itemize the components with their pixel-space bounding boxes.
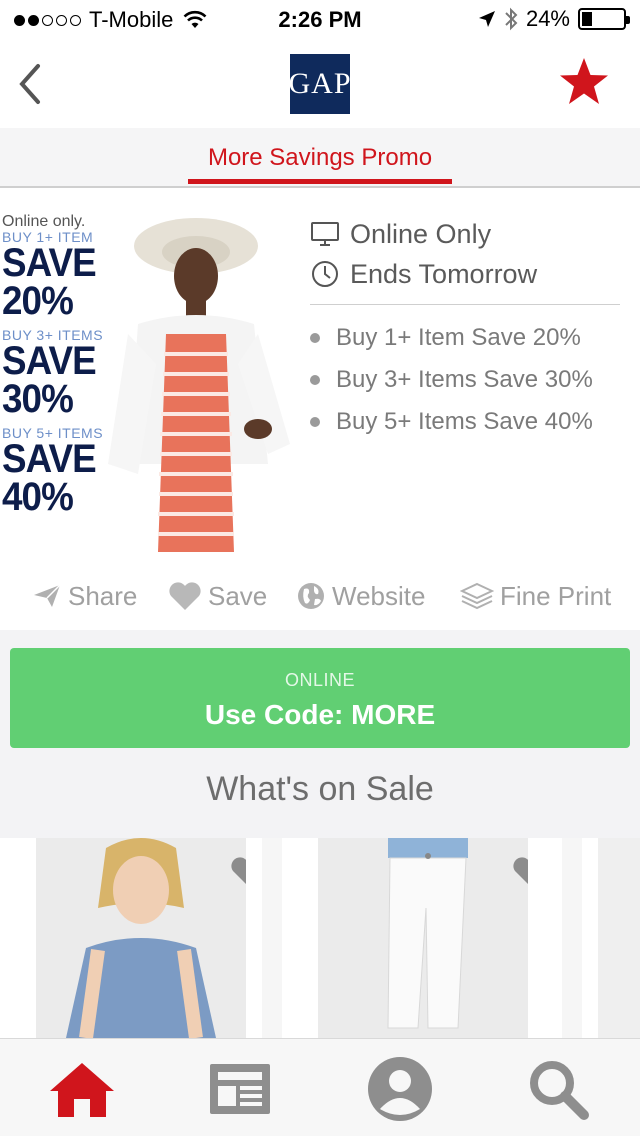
favorite-heart-icon[interactable] xyxy=(512,856,528,886)
product-carousel xyxy=(0,838,640,1038)
online-only-label: Online Only xyxy=(350,218,492,249)
nav-bar: GAP xyxy=(0,40,640,128)
heart-icon xyxy=(169,582,201,610)
model-photo xyxy=(108,218,290,552)
search-tab[interactable] xyxy=(520,1057,596,1121)
promo-detail-text: Buy 1+ Item Save 20% xyxy=(336,324,581,351)
promo-detail-item: Buy 5+ Items Save 40% xyxy=(310,401,620,443)
ad-text: Online only. BUY 1+ ITEM SAVE 20% BUY 3+… xyxy=(2,214,112,519)
ad-tier1-save: SAVE xyxy=(2,241,97,285)
logo-text: GAP xyxy=(288,67,352,100)
battery-fill xyxy=(582,12,592,26)
info-divider xyxy=(310,304,620,305)
battery-icon xyxy=(578,8,630,30)
save-label: Save xyxy=(208,580,268,611)
code-type-label: ONLINE xyxy=(284,670,356,690)
action-row: Share Save Website Fine Print xyxy=(0,574,640,618)
website-button[interactable]: Website xyxy=(296,581,425,612)
ends-row: Ends Tomorrow xyxy=(310,254,620,294)
product-card[interactable] xyxy=(36,838,246,1038)
online-only-row: Online Only xyxy=(310,214,620,254)
bluetooth-icon xyxy=(505,7,518,31)
search-icon xyxy=(530,1061,589,1120)
battery-percent: 24% xyxy=(525,6,570,31)
promo-detail-text: Buy 3+ Items Save 30% xyxy=(336,366,593,393)
home-icon xyxy=(50,1063,114,1117)
save-button[interactable]: Save xyxy=(168,581,267,612)
tab-active-indicator xyxy=(188,179,452,184)
product-divider xyxy=(562,838,582,1038)
ad-tier1-pct: 20% xyxy=(2,279,74,323)
promo-detail-item: Buy 1+ Item Save 20% xyxy=(310,317,620,359)
whats-on-sale-heading: What's on Sale xyxy=(206,770,434,808)
fine-print-label: Fine Print xyxy=(500,580,612,611)
share-label: Share xyxy=(68,580,138,611)
bottom-tab-bar xyxy=(0,1038,640,1136)
ad-tier2-pct: 30% xyxy=(2,377,74,421)
ad-online-only: Online only. xyxy=(2,214,86,230)
promo-detail-text: Buy 5+ Items Save 40% xyxy=(336,408,593,435)
website-label: Website xyxy=(332,580,426,611)
fine-print-button[interactable]: Fine Print xyxy=(460,581,611,612)
product-card[interactable] xyxy=(318,838,528,1038)
promo-detail-item: Buy 3+ Items Save 30% xyxy=(310,359,620,401)
profile-icon xyxy=(368,1057,432,1121)
favorite-heart-icon[interactable] xyxy=(230,856,246,886)
profile-tab[interactable] xyxy=(362,1057,438,1121)
ad-tier3-pct: 40% xyxy=(2,475,74,519)
globe-icon xyxy=(298,583,324,609)
code-section: ONLINE Use Code: MORE What's on Sale xyxy=(0,630,640,838)
star-icon[interactable] xyxy=(558,56,610,108)
news-icon xyxy=(210,1064,270,1114)
promo-tab-bar: More Savings Promo xyxy=(0,128,640,188)
share-button[interactable]: Share xyxy=(32,581,137,612)
product-image-top xyxy=(36,838,246,1038)
product-card-partial[interactable] xyxy=(598,838,640,1038)
use-code-button[interactable]: ONLINE Use Code: MORE xyxy=(10,648,630,748)
tab-more-savings-promo[interactable]: More Savings Promo xyxy=(0,144,640,172)
product-card-edge xyxy=(0,838,36,1038)
product-image-pants xyxy=(318,838,528,1038)
status-bar: T-Mobile 2:26 PM 24% xyxy=(0,0,640,40)
clock-icon xyxy=(312,261,338,287)
monitor-icon xyxy=(311,222,339,246)
share-icon xyxy=(34,584,61,607)
promo-info: Online Only Ends Tomorrow Buy 1+ Item Sa… xyxy=(310,214,620,443)
product-divider xyxy=(262,838,282,1038)
ad-tier3-save: SAVE xyxy=(2,437,97,481)
gap-logo: GAP xyxy=(288,54,352,114)
layers-icon xyxy=(460,582,494,610)
status-right: 24% xyxy=(478,6,630,32)
code-label: Use Code: MORE xyxy=(204,699,436,730)
promo-ad-image: Online only. BUY 1+ ITEM SAVE 20% BUY 3+… xyxy=(0,214,290,552)
home-tab[interactable] xyxy=(44,1057,120,1121)
news-tab[interactable] xyxy=(202,1057,278,1121)
ends-label: Ends Tomorrow xyxy=(350,258,538,289)
chevron-left-icon[interactable] xyxy=(14,62,48,106)
ad-tier2-save: SAVE xyxy=(2,339,97,383)
location-arrow-icon xyxy=(478,11,495,27)
promo-section: Online only. BUY 1+ ITEM SAVE 20% BUY 3+… xyxy=(0,190,640,630)
